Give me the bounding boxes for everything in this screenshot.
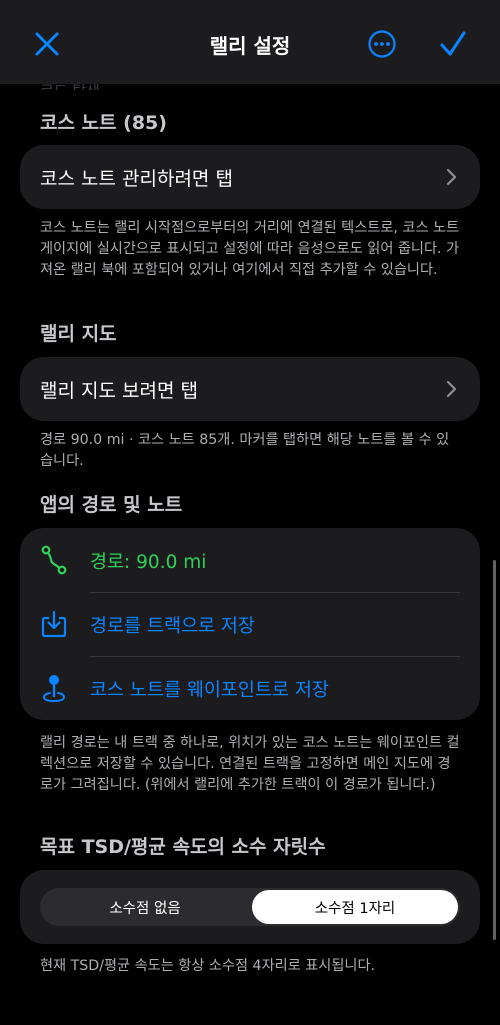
chevron-right-icon: [446, 380, 457, 398]
decimals-footnote: 현재 TSD/평균 속도는 항상 소수점 4자리로 표시됩니다.: [40, 958, 376, 974]
route-distance-label: 경로: 90.0 mi: [90, 552, 207, 573]
save-track-label: 경로를 트랙으로 저장: [90, 616, 255, 637]
rally-map-footnote: 경로 90.0 mi · 코스 노트 85개. 마커를 탭하면 해당 노트를 볼…: [40, 432, 450, 469]
course-notes-header: 코스 노트 (85): [40, 112, 167, 134]
rally-map-card: 랠리 지도 보려면 탭: [20, 357, 480, 421]
decimals-segmented-control: 소수점 없음 소수점 1자리: [40, 888, 460, 926]
app-route-footnote: 랠리 경로는 내 트랙 중 하나로, 위치가 있는 코스 노트는 웨이포인트 컬…: [40, 735, 460, 793]
view-rally-map-label: 랠리 지도 보려면 탭: [40, 379, 198, 402]
download-tray-icon: [40, 608, 68, 640]
checkmark-icon: [440, 31, 466, 56]
manage-course-notes-label: 코스 노트 관리하려면 탭: [40, 167, 233, 190]
done-button[interactable]: [433, 24, 473, 64]
course-notes-footnote: 코스 노트는 랠리 시작점으로부터의 거리에 연결된 텍스트로, 코스 노트 게…: [40, 220, 460, 278]
map-pin-icon: [40, 672, 68, 704]
decimals-card: 소수점 없음 소수점 1자리: [20, 870, 480, 944]
chevron-right-icon: [446, 168, 457, 186]
rally-map-header: 랠리 지도: [40, 323, 117, 345]
course-notes-card: 코스 노트 관리하려면 탭: [20, 145, 480, 209]
segment-no-decimal[interactable]: 소수점 없음: [42, 890, 248, 924]
app-route-header: 앱의 경로 및 노트: [40, 494, 183, 516]
route-distance-row: 경로: 90.0 mi: [20, 528, 480, 592]
rally-settings-screen: 랠리 설정 로드 탐색 ... 코스 노트 (85) 코스 노트 관리하려면 탭…: [0, 0, 500, 1025]
save-track-row[interactable]: 경로를 트랙으로 저장: [20, 592, 480, 656]
save-waypoints-label: 코스 노트를 웨이포인트로 저장: [90, 680, 329, 701]
manage-course-notes-row[interactable]: 코스 노트 관리하려면 탭: [20, 145, 480, 209]
more-icon: [368, 30, 396, 58]
scrollbar[interactable]: [493, 560, 496, 940]
segment-one-decimal[interactable]: 소수점 1자리: [252, 890, 458, 924]
app-route-card: 경로: 90.0 mi 경로를 트랙으로 저장 코스 노트를 웨이포인트로 저장: [20, 528, 480, 720]
decimals-header: 목표 TSD/평균 속도의 소수 자릿수: [40, 836, 326, 858]
nav-bar: 랠리 설정: [0, 0, 500, 84]
view-rally-map-row[interactable]: 랠리 지도 보려면 탭: [20, 357, 480, 421]
save-waypoints-row[interactable]: 코스 노트를 웨이포인트로 저장: [20, 656, 480, 720]
route-icon: [40, 544, 68, 576]
more-button[interactable]: [362, 24, 402, 64]
page-title: 랠리 설정: [209, 34, 291, 58]
